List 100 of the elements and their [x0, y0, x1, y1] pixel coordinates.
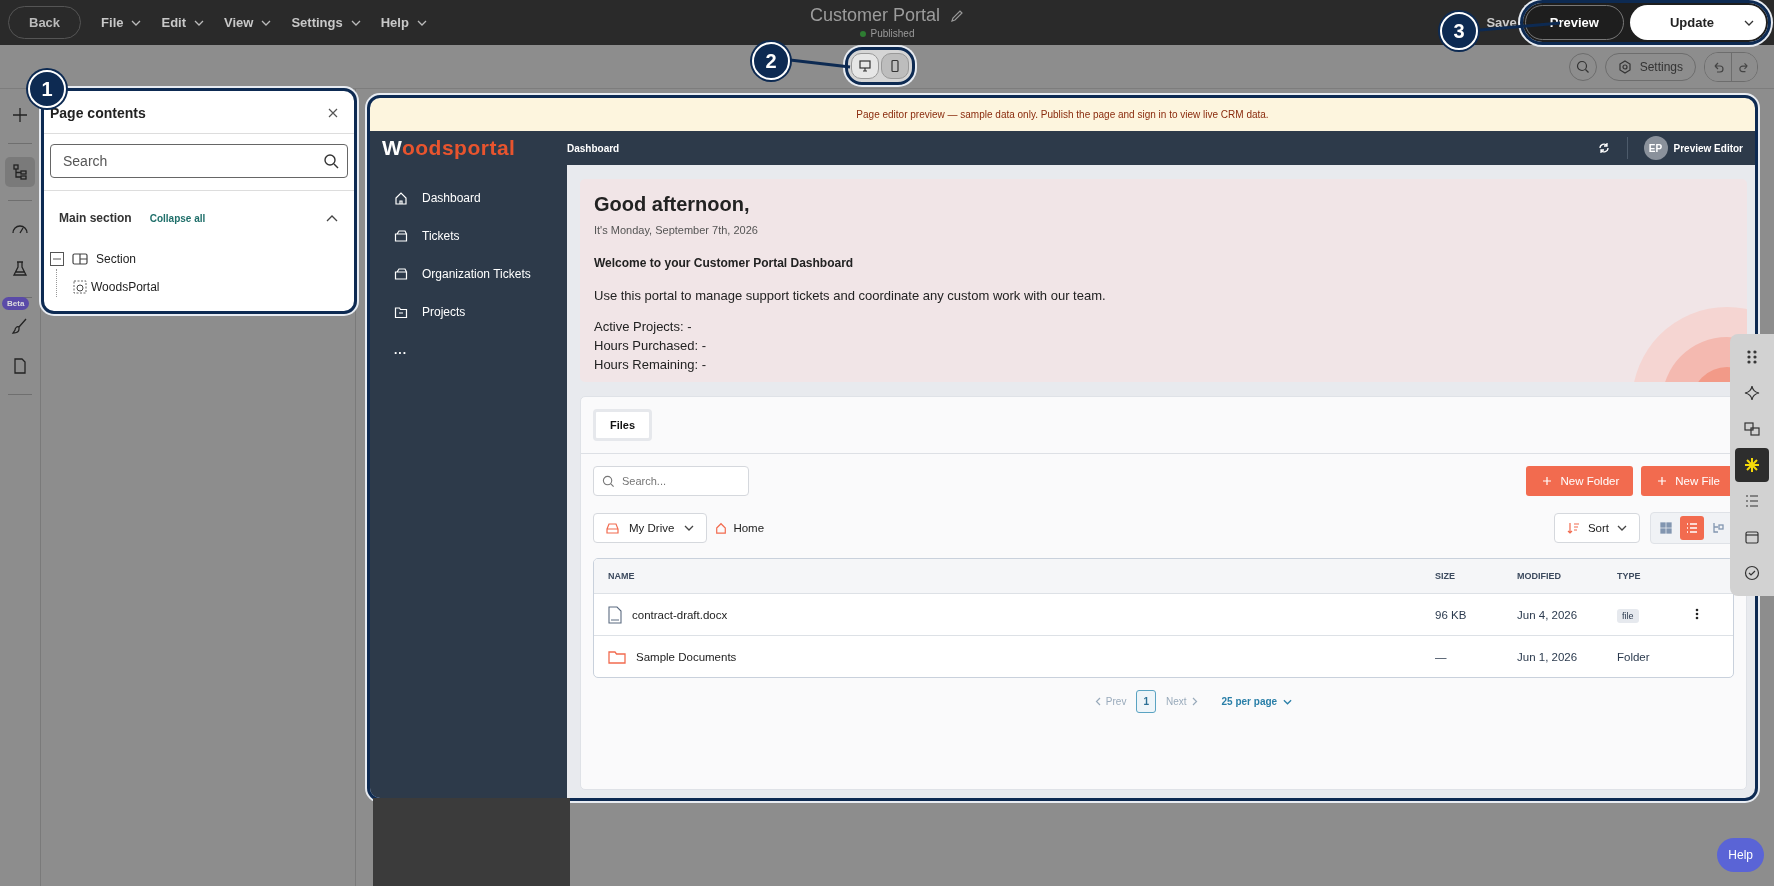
component-icon	[73, 280, 87, 294]
brand-button[interactable]	[1735, 448, 1769, 482]
breadcrumb: Dashboard	[567, 142, 620, 154]
chevron-icon	[261, 19, 272, 26]
menu-item[interactable]: View	[224, 15, 272, 30]
more-icon[interactable]	[1695, 607, 1699, 620]
callout-number: 1	[28, 70, 66, 108]
column-header: SIZE	[1435, 571, 1456, 581]
stat-line: Hours Purchased: -	[594, 337, 707, 355]
chevron-icon	[1617, 525, 1627, 531]
type-tag: file	[1617, 608, 1639, 623]
squares-icon	[1744, 421, 1760, 437]
back-button[interactable]: Back	[8, 6, 82, 39]
stat-line: Hours Remaining: -	[594, 356, 707, 374]
date-text: It's Monday, September 7th, 2026	[594, 224, 759, 236]
page-title: Customer Portal	[810, 5, 940, 26]
folder-icon	[394, 305, 408, 319]
sort-button[interactable]: Sort	[1553, 513, 1640, 543]
tree-icon	[1712, 522, 1724, 534]
table-cell-text: 96 KB	[1435, 608, 1468, 621]
chevron-icon	[350, 19, 361, 26]
calendar-icon	[1744, 529, 1760, 545]
folder-icon	[608, 649, 626, 664]
breadcrumb-link[interactable]: Home	[733, 522, 765, 534]
collapse-all-link[interactable]: Collapse all	[149, 212, 326, 224]
layers-button[interactable]	[5, 157, 35, 187]
status-text: Published	[870, 28, 915, 39]
home-icon	[715, 522, 728, 534]
check-circle-icon	[1744, 565, 1760, 581]
menu-item[interactable]: Edit	[161, 15, 205, 30]
per-page-dropdown[interactable]: 25 per page	[1221, 696, 1293, 707]
nav-item[interactable]: Dashboard	[370, 179, 567, 217]
nav-item[interactable]: Organization Tickets	[370, 255, 567, 293]
brush-icon	[11, 317, 29, 335]
sort-icon	[1566, 522, 1580, 534]
stat-line: Active Projects: -	[594, 318, 693, 336]
column-header: TYPE	[1617, 571, 1642, 581]
greeting-title: Good afternoon,	[594, 193, 751, 216]
close-icon	[328, 108, 338, 118]
file-search-field[interactable]: Search...	[593, 466, 749, 496]
pencil-icon[interactable]	[950, 8, 964, 23]
mobile-view-button[interactable]	[881, 53, 909, 79]
ticket-icon	[394, 267, 408, 281]
column-header: MODIFIED	[1517, 571, 1562, 581]
asterisk-icon	[1744, 457, 1760, 473]
nav-item[interactable]: ...	[370, 331, 567, 369]
search-field[interactable]: Search	[50, 144, 348, 178]
column-header: NAME	[607, 571, 636, 581]
chevron-icon	[194, 19, 205, 26]
chevron-right-icon	[1191, 697, 1198, 706]
help-button[interactable]: Help	[1717, 838, 1764, 872]
update-button[interactable]: Update	[1629, 5, 1766, 40]
save-link[interactable]: Save	[1486, 15, 1517, 30]
settings-button[interactable]: Settings	[1604, 52, 1696, 81]
drive-dropdown[interactable]: My Drive	[593, 513, 708, 543]
panel-title: Page contents	[50, 105, 146, 121]
search-icon	[323, 153, 339, 169]
page-number[interactable]: 1	[1136, 690, 1156, 713]
desktop-view-button[interactable]	[851, 53, 879, 79]
files-tab[interactable]: Files	[593, 409, 653, 441]
menu-item[interactable]: Help	[380, 15, 427, 30]
file-name[interactable]: contract-draft.docx	[632, 608, 728, 621]
chevron-icon	[684, 525, 695, 531]
settings-icon	[1617, 59, 1632, 74]
nav-item[interactable]: Tickets	[370, 217, 567, 255]
status-dot	[859, 30, 866, 37]
search-button[interactable]	[1568, 52, 1597, 81]
document-icon	[608, 605, 622, 624]
drive-icon	[606, 522, 619, 534]
chevron-icon[interactable]	[326, 214, 338, 222]
chevron-icon	[131, 19, 142, 26]
table-cell: Folder	[1617, 650, 1650, 663]
list-view-button[interactable]	[1680, 516, 1704, 540]
menu-item[interactable]: File	[101, 15, 142, 30]
table-cell-text: —	[1435, 650, 1448, 663]
chevron-icon[interactable]	[1744, 19, 1754, 26]
leader-line	[789, 58, 851, 69]
section-heading: Main section	[59, 211, 132, 225]
nav-item[interactable]: Projects	[370, 293, 567, 331]
file-name[interactable]: Sample Documents	[636, 650, 737, 663]
collapse-icon[interactable]	[50, 252, 64, 266]
plus-icon	[1542, 476, 1553, 486]
page-icon	[11, 357, 29, 375]
plus-icon	[11, 106, 29, 124]
phone-icon	[888, 59, 902, 73]
list-icon	[1686, 522, 1698, 534]
tree-item[interactable]: Section	[96, 252, 137, 266]
welcome-heading: Welcome to your Customer Portal Dashboard	[594, 256, 855, 270]
callout-number: 3	[1440, 12, 1478, 50]
chevron-icon	[416, 19, 427, 26]
home-icon	[394, 191, 408, 205]
plus-icon	[1657, 476, 1668, 486]
close-button[interactable]	[328, 108, 338, 118]
ticket-icon	[394, 229, 408, 243]
grid-icon	[1660, 522, 1672, 534]
welcome-text: Use this portal to manage support tickets and coordinate any custom work with our team.	[594, 288, 1107, 303]
menu-item[interactable]: Settings	[291, 15, 361, 30]
tree-item[interactable]: WoodsPortal	[91, 280, 160, 294]
refresh-icon[interactable]	[1596, 141, 1611, 155]
logo: Woodsportal	[381, 136, 517, 160]
